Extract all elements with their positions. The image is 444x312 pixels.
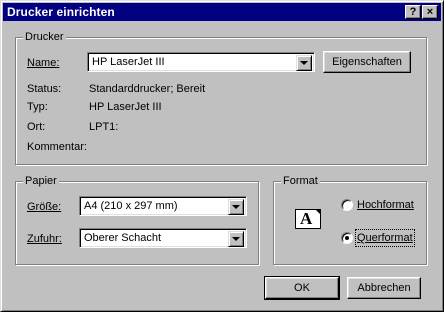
cancel-button-label: Abbrechen xyxy=(357,282,411,294)
title-bar: Drucker einrichten ? × xyxy=(3,3,441,21)
ok-button[interactable]: OK xyxy=(264,276,340,300)
window-title: Drucker einrichten xyxy=(7,5,115,19)
printer-group-label: Drucker xyxy=(23,30,66,44)
chevron-down-icon[interactable] xyxy=(228,199,244,215)
location-label: Ort: xyxy=(27,121,46,133)
paper-group-label: Papier xyxy=(23,174,59,188)
paper-size-select[interactable]: A4 (210 x 297 mm) xyxy=(79,196,247,216)
status-value: Standarddrucker; Bereit xyxy=(89,83,206,95)
page-fold-icon xyxy=(315,209,321,215)
orientation-group-label: Format xyxy=(281,174,320,188)
comment-label: Kommentar: xyxy=(27,141,87,153)
printer-name-label: Name: xyxy=(27,57,60,69)
print-setup-dialog: Drucker einrichten ? × Drucker Name: HP … xyxy=(0,0,444,312)
portrait-label[interactable]: Hochformat xyxy=(357,198,414,212)
properties-button[interactable]: Eigenschaften xyxy=(323,51,411,73)
chevron-down-icon[interactable] xyxy=(228,231,244,247)
landscape-label[interactable]: Querformat xyxy=(355,229,415,247)
close-button[interactable]: × xyxy=(422,5,438,19)
paper-group: Papier xyxy=(15,174,259,265)
page-icon-glyph: A xyxy=(300,209,313,228)
properties-button-label: Eigenschaften xyxy=(332,56,402,68)
type-label: Typ: xyxy=(27,101,48,113)
printer-name-value: HP LaserJet III xyxy=(92,56,165,68)
portrait-radio[interactable] xyxy=(341,199,353,211)
status-label: Status: xyxy=(27,83,62,95)
ok-button-label: OK xyxy=(294,282,310,294)
printer-name-select[interactable]: HP LaserJet III xyxy=(87,52,315,72)
landscape-page-icon: A xyxy=(295,209,321,229)
help-button[interactable]: ? xyxy=(405,5,421,19)
location-value: LPT1: xyxy=(89,121,119,133)
paper-source-value: Oberer Schacht xyxy=(84,232,162,244)
paper-source-label: Zufuhr: xyxy=(27,233,62,245)
paper-size-label: Größe: xyxy=(27,201,62,213)
paper-source-select[interactable]: Oberer Schacht xyxy=(79,228,247,248)
cancel-button[interactable]: Abbrechen xyxy=(347,277,421,299)
paper-size-value: A4 (210 x 297 mm) xyxy=(84,200,178,212)
chevron-down-icon[interactable] xyxy=(296,55,312,71)
type-value: HP LaserJet III xyxy=(89,101,162,113)
landscape-radio[interactable] xyxy=(341,232,353,244)
